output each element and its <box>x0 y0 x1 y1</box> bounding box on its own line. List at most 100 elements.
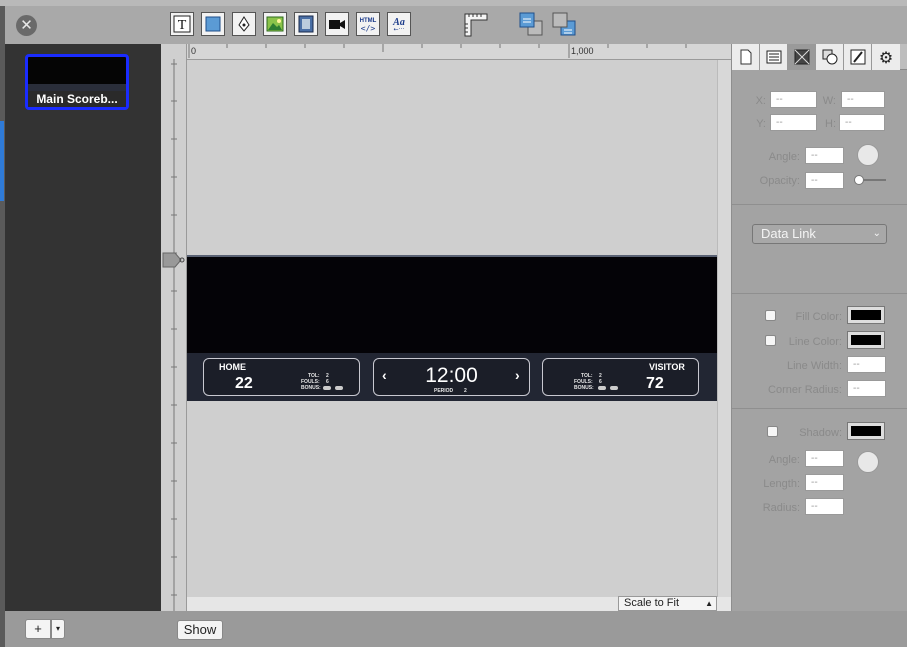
scale-select-value: Scale to Fit <box>624 597 680 609</box>
angle-label: Angle: <box>768 151 800 163</box>
visitor-score: 72 <box>646 375 664 392</box>
video-tool-icon <box>329 20 345 29</box>
gear-icon: ⚙ <box>878 47 894 67</box>
show-button-label: Show <box>183 622 217 637</box>
text-style-icon <box>850 49 865 65</box>
tab-settings[interactable]: ⚙ <box>872 44 900 70</box>
home-fouls: 6 <box>326 379 329 385</box>
home-bonus-dot <box>335 386 343 390</box>
ruler-tool-button[interactable] <box>463 12 489 41</box>
y-field[interactable]: -- <box>770 114 817 131</box>
svg-text:←···: ←··· <box>394 26 405 33</box>
pen-tool-icon <box>238 16 250 32</box>
corner-radius-field[interactable]: -- <box>847 380 886 397</box>
home-panel: HOME 22 TOL: 2 FOULS: 6 BONUS: <box>203 358 360 396</box>
scale-select[interactable]: Scale to Fit ▲ <box>618 596 717 611</box>
show-button[interactable]: Show <box>177 620 223 640</box>
home-bonus-label: BONUS: <box>301 385 321 391</box>
visitor-bonus-label: BONUS: <box>574 385 594 391</box>
visitor-fouls: 6 <box>599 379 602 385</box>
updown-chevron-icon: ▲ <box>705 599 713 608</box>
send-backward-button[interactable] <box>551 11 579 42</box>
w-field[interactable]: -- <box>841 91 885 108</box>
tab-text-style[interactable] <box>844 44 872 70</box>
shadow-angle-label: Angle: <box>768 454 800 466</box>
add-layout-menu-button[interactable]: ▾ <box>51 619 65 639</box>
line-width-field[interactable]: -- <box>847 356 886 373</box>
add-layout-button[interactable]: + <box>25 619 51 639</box>
text-tool-button[interactable]: T <box>170 12 194 36</box>
bring-forward-button[interactable] <box>518 11 546 42</box>
bottom-bar: + ▾ Show <box>5 611 907 647</box>
ruler-label-0: 0 <box>191 46 196 56</box>
h-field[interactable]: -- <box>839 114 885 131</box>
angle-knob[interactable] <box>857 144 879 166</box>
opacity-slider-thumb[interactable] <box>854 175 864 185</box>
tab-document[interactable] <box>732 44 760 70</box>
visitor-bonus-dot <box>598 386 606 390</box>
plus-icon: + <box>34 621 42 636</box>
line-color-swatch[interactable] <box>847 331 885 349</box>
font-tool-button[interactable]: Aa ←··· <box>387 12 411 36</box>
inspector-tabs: ⚙ <box>732 44 907 70</box>
shadow-angle-field[interactable]: -- <box>805 450 844 467</box>
frame-icon <box>794 49 809 65</box>
fill-color-swatch[interactable] <box>847 306 885 324</box>
svg-text:</>: </> <box>361 24 376 33</box>
scoreboard-layer[interactable]: HOME 22 TOL: 2 FOULS: 6 BONUS: ‹ 12:00 P… <box>187 255 717 401</box>
shadow-color-swatch[interactable] <box>847 422 885 440</box>
divider <box>732 293 907 294</box>
layouts-sidebar: Main Scoreb... <box>5 44 161 611</box>
scoreboard-bar: HOME 22 TOL: 2 FOULS: 6 BONUS: ‹ 12:00 P… <box>187 353 717 401</box>
movie-tool-icon <box>298 15 314 33</box>
rectangle-tool-button[interactable] <box>201 12 225 36</box>
document-icon <box>740 49 751 65</box>
pen-tool-button[interactable] <box>232 12 256 36</box>
shapes-icon <box>822 49 837 65</box>
image-tool-icon <box>266 16 284 32</box>
divider <box>732 204 907 205</box>
home-score: 22 <box>235 375 253 392</box>
layout-thumbnail[interactable]: Main Scoreb... <box>25 54 129 110</box>
length-label: Length: <box>763 478 800 490</box>
vertical-ruler <box>161 44 187 611</box>
radius-label: Radius: <box>762 502 800 514</box>
ruler-marker-icon <box>162 252 182 268</box>
length-field[interactable]: -- <box>805 474 844 491</box>
movie-tool-button[interactable] <box>294 12 318 36</box>
angle-field[interactable]: -- <box>805 147 844 164</box>
shadow-angle-knob[interactable] <box>857 451 879 473</box>
ruler-icon <box>464 13 488 37</box>
line-width-label: Line Width: <box>786 360 842 372</box>
w-label: W: <box>822 95 836 107</box>
toolbar: ✕ T HTML </> Aa ←··· <box>5 6 907 44</box>
tab-list[interactable] <box>760 44 788 70</box>
left-accent <box>0 121 4 201</box>
clock-time: 12:00 <box>425 364 478 387</box>
inspector-panel: ⚙ X: -- W: -- Y: -- H: -- Angle: -- Opac… <box>732 44 907 611</box>
clock-panel: ‹ 12:00 PERIOD 2 › <box>373 358 530 396</box>
font-tool-icon: Aa←··· <box>392 17 405 33</box>
fill-color-label: Fill Color: <box>795 311 842 323</box>
video-tool-button[interactable] <box>325 12 349 36</box>
svg-text:T: T <box>178 18 187 33</box>
opacity-field[interactable]: -- <box>805 172 844 189</box>
close-button[interactable]: ✕ <box>16 15 37 36</box>
layout-name: Main Scoreb... <box>28 91 126 107</box>
opacity-label: Opacity: <box>759 175 800 187</box>
chevron-down-icon: ⌄ <box>872 228 881 239</box>
visitor-panel: VISITOR 72 TOL: 2 FOULS: 6 BONUS: <box>542 358 699 396</box>
html-tool-icon: HTML</> <box>360 18 377 33</box>
line-color-label: Line Color: <box>788 336 842 348</box>
radius-field[interactable]: -- <box>805 498 844 515</box>
vertical-scrollbar[interactable] <box>717 60 731 597</box>
html-tool-button[interactable]: HTML </> <box>356 12 380 36</box>
tab-shapes[interactable] <box>816 44 844 70</box>
divider <box>732 408 907 409</box>
list-icon <box>766 50 781 64</box>
tab-frame[interactable] <box>788 44 816 70</box>
image-tool-button[interactable] <box>263 12 287 36</box>
x-label: X: <box>755 95 766 107</box>
x-field[interactable]: -- <box>770 91 817 108</box>
data-link-select[interactable]: Data Link ⌄ <box>752 224 887 244</box>
